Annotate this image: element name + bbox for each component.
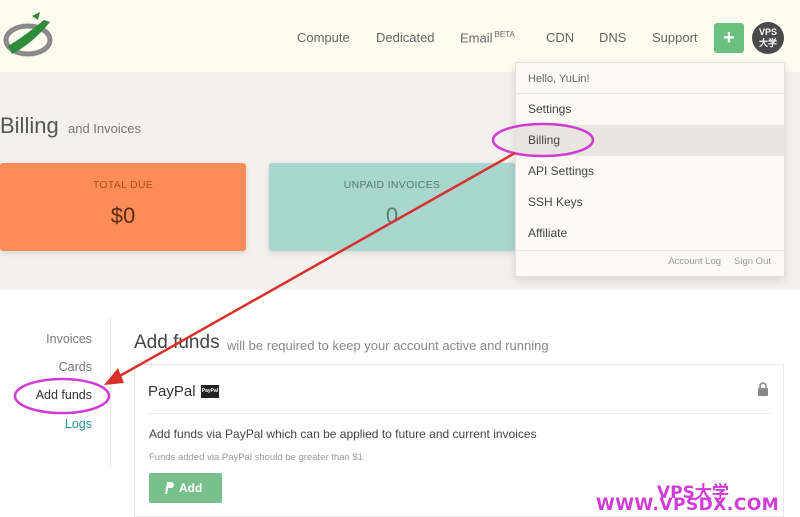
nav-email[interactable]: Email BETA [460,30,515,45]
divider [148,413,770,414]
avatar-text-2: 大学 [758,38,777,48]
total-due-value: $0 [110,203,136,228]
avatar-text-1: VPS [758,27,777,37]
section-subtitle: will be required to keep your account ac… [227,338,549,353]
sidebar-item-logs[interactable]: Logs [65,417,92,431]
sidebar-item-cards[interactable]: Cards [59,360,92,374]
lock-icon [758,382,768,396]
nav-dedicated[interactable]: Dedicated [376,30,435,45]
menu-item-billing[interactable]: Billing [516,125,784,156]
unpaid-invoices-card: UNPAID INVOICES 0 [269,163,515,251]
nav-compute[interactable]: Compute [297,30,350,45]
section-title: Add funds [134,332,220,353]
menu-item-affiliate[interactable]: Affiliate [516,218,784,249]
sidebar-divider [110,318,111,468]
nav-dns[interactable]: DNS [599,30,626,45]
dropdown-footer: Account Log Sign Out [668,256,784,267]
total-due-label: TOTAL DUE [92,179,154,191]
nav-support[interactable]: Support [652,30,698,45]
unpaid-invoices-label: UNPAID INVOICES [343,179,441,191]
beta-badge: BETA [494,30,515,39]
account-dropdown: Hello, YuLin! Settings Billing API Setti… [515,62,785,277]
paypal-logo-icon: PayPal [201,385,219,398]
account-log-link[interactable]: Account Log [668,256,721,267]
unpaid-invoices-value: 0 [385,203,399,228]
total-due-card: TOTAL DUE $0 [0,163,246,251]
menu-item-ssh-keys[interactable]: SSH Keys [516,187,784,218]
add-button-label: Add [179,481,203,495]
page-subtitle: and Invoices [68,121,141,136]
dropdown-greeting: Hello, YuLin! [528,73,590,85]
menu-item-settings[interactable]: Settings [516,94,784,125]
menu-item-api-settings[interactable]: API Settings [516,156,784,187]
paypal-description: Add funds via PayPal which can be applie… [149,427,537,441]
page-title: Billing [0,113,59,138]
paypal-icon [165,482,174,494]
annotation-arrow-head [104,368,124,385]
add-button[interactable]: Add [149,473,222,503]
nav-cdn[interactable]: CDN [546,30,574,45]
paypal-note: Funds added via PayPal should be greater… [149,452,363,463]
sidebar-item-invoices[interactable]: Invoices [46,332,92,346]
watermark-url: WWW.VPSDX.COM [596,495,780,515]
logo-icon[interactable] [2,10,54,62]
payment-method-title: PayPal [148,383,196,400]
divider [516,250,784,251]
avatar[interactable]: VPS 大学 [752,22,784,54]
add-new-button[interactable]: + [714,23,744,53]
nav-email-label: Email [460,30,493,46]
sign-out-link[interactable]: Sign Out [734,256,771,267]
sidebar-item-add-funds[interactable]: Add funds [36,388,92,402]
